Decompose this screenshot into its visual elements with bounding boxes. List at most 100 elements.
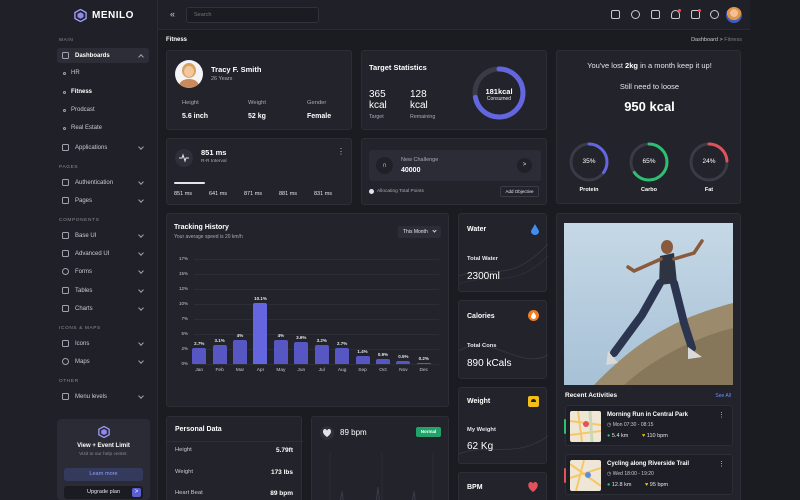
chevron-down-icon xyxy=(138,197,144,203)
activity-color-strip xyxy=(564,419,566,434)
chart-y-tick-label: 17% xyxy=(178,256,188,261)
sidebar-item-tables[interactable]: Tables xyxy=(57,283,149,298)
user-avatar[interactable] xyxy=(726,7,742,23)
personal-data-card: Personal Data Height 5.79ft Weight 173 l… xyxy=(166,416,303,500)
interval-menu-icon[interactable]: ⋮ xyxy=(337,147,345,156)
add-objective-button[interactable]: Add Objective xyxy=(500,186,539,197)
theme-toggle-icon[interactable] xyxy=(631,10,640,19)
sidebar-item-pages[interactable]: Pages xyxy=(57,193,149,208)
translate-icon[interactable] xyxy=(611,10,620,19)
sidebar-item-maps[interactable]: Maps xyxy=(57,354,149,369)
chart-data-label: 10.1% xyxy=(254,296,267,302)
new-challenge-panel[interactable]: ∩ New Challenge 40000 > xyxy=(369,150,541,181)
activity-menu-icon[interactable]: ⋮ xyxy=(718,460,725,468)
chart-y-tick-label: 0% xyxy=(181,361,188,366)
chart-x-tick-label: Mar xyxy=(235,368,245,373)
cart-icon[interactable] xyxy=(691,9,701,19)
chart-x-tick-label: Apr xyxy=(256,368,265,373)
brand[interactable]: MENILO xyxy=(0,0,158,30)
breadcrumb: Dashboard > Fitness xyxy=(691,37,742,43)
sidebar-item-authentication[interactable]: Authentication xyxy=(57,175,149,190)
section-main: MAIN xyxy=(59,38,74,43)
see-all-link[interactable]: See All xyxy=(715,393,731,399)
sidebar-item-forms[interactable]: Forms xyxy=(57,264,149,279)
chart-bar[interactable] xyxy=(416,362,431,364)
chart-data-label: 3.6% xyxy=(296,335,307,341)
chart-bar[interactable] xyxy=(396,361,411,364)
chart-x-tick-label: Oct xyxy=(379,368,387,373)
sidebar-item-dashboards[interactable]: Dashboards xyxy=(57,48,149,63)
chart-data-label: 3.2% xyxy=(316,337,327,343)
sidebar-item-base-ui[interactable]: Base UI xyxy=(57,228,149,243)
upgrade-plan-button[interactable]: Upgrade plan > xyxy=(64,486,143,499)
chevron-down-icon xyxy=(138,232,144,238)
fat-value: 24% xyxy=(702,158,716,165)
heart-icon: ♥ xyxy=(642,433,646,439)
chevron-down-icon xyxy=(138,393,144,399)
layers-icon xyxy=(62,250,69,257)
sidebar-item-advanced-ui[interactable]: Advanced UI xyxy=(57,246,149,261)
chevron-down-icon xyxy=(138,268,144,274)
learn-more-button[interactable]: Learn more xyxy=(64,468,143,481)
chart-bar[interactable] xyxy=(335,347,350,364)
sidebar-sub-prodcast[interactable]: Prodcast xyxy=(63,107,95,113)
tracking-subtitle: Your average speed is 20 km/h xyxy=(174,234,243,240)
chart-bar[interactable] xyxy=(253,303,268,364)
chart-bar[interactable] xyxy=(273,340,288,364)
sidebar-sub-real-estate[interactable]: Real Estate xyxy=(63,125,102,131)
weight-value: 62 Kg xyxy=(467,441,494,452)
apps-icon xyxy=(62,144,69,151)
notification-bell-icon[interactable] xyxy=(671,9,681,19)
section-pages: PAGES xyxy=(59,165,79,170)
settings-gear-icon[interactable] xyxy=(710,10,719,19)
profile-age: 26 Years xyxy=(211,76,233,82)
period-dropdown[interactable]: This Month xyxy=(398,226,441,238)
chevron-down-icon xyxy=(138,340,144,346)
chart-bar[interactable] xyxy=(314,344,329,364)
remaining-value: 128 kcal xyxy=(410,89,428,111)
sidebar-sub-hr[interactable]: HR xyxy=(63,70,80,76)
water-card: Water Total Water 2300ml xyxy=(458,213,548,292)
activity-item[interactable]: Morning Run in Central Park ◷ Mon 07:30 … xyxy=(564,405,733,446)
challenge-arrow-icon[interactable]: > xyxy=(517,158,532,173)
breadcrumb-current: Fitness xyxy=(724,37,742,43)
interval-indicator xyxy=(174,182,205,184)
personal-heartbeat-value: 89 bpm xyxy=(270,490,293,497)
table-icon xyxy=(62,287,69,294)
consumed-label: Consumed xyxy=(486,96,512,102)
sidebar-item-applications[interactable]: Applications xyxy=(57,140,149,155)
location-icon: ● xyxy=(607,433,611,439)
chart-bar[interactable] xyxy=(294,342,309,364)
protein-label: Protein xyxy=(579,187,599,193)
chart-data-label: 1.4% xyxy=(357,348,368,354)
chart-bar[interactable] xyxy=(233,340,248,364)
activity-item[interactable]: Cycling along Riverside Trail ◷ Wed 18:0… xyxy=(564,454,733,495)
chart-bar[interactable] xyxy=(375,358,390,364)
still-need-text: Still need to loose xyxy=(619,82,680,91)
chart-bar[interactable] xyxy=(355,355,370,364)
sidebar-sub-fitness[interactable]: Fitness xyxy=(63,89,92,95)
search-input[interactable] xyxy=(186,7,319,23)
activity-menu-icon[interactable]: ⋮ xyxy=(718,411,725,419)
bullet-icon xyxy=(63,90,66,94)
pages-icon xyxy=(62,197,69,204)
challenge-title: New Challenge xyxy=(401,157,439,163)
chevron-down-icon xyxy=(432,228,437,233)
sidebar-item-menu-levels[interactable]: Menu levels xyxy=(57,389,149,404)
chart-gridline xyxy=(194,289,439,290)
water-value: 2300ml xyxy=(467,271,500,282)
carbo-label: Carbo xyxy=(641,187,657,193)
chart-bar[interactable] xyxy=(192,347,207,364)
calories-value: 890 kCals xyxy=(467,358,512,369)
chevron-down-icon xyxy=(138,144,144,150)
brand-name: MENILO xyxy=(92,9,134,21)
collapse-sidebar-icon[interactable]: « xyxy=(170,9,175,19)
chart-bar[interactable] xyxy=(212,345,227,364)
sidebar-item-icons[interactable]: Icons xyxy=(57,336,149,351)
pulse-icon xyxy=(175,149,193,167)
breadcrumb-root[interactable]: Dashboard xyxy=(691,37,718,43)
fullscreen-icon[interactable] xyxy=(651,10,660,19)
sidebar-item-charts[interactable]: Charts xyxy=(57,301,149,316)
promo-card: View + Event Limit Visit to our help cen… xyxy=(57,419,150,500)
section-icons-maps: ICONS & MAPS xyxy=(59,326,101,331)
